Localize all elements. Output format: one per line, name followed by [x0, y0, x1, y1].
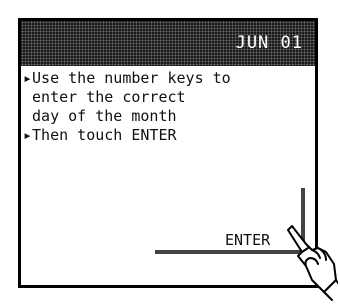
instructions-text: ▸Use the number keys to enter the correc… [23, 69, 231, 145]
date-display: JUN 01 [235, 33, 303, 53]
display-screen: JUN 01 ▸Use the number keys to enter the… [18, 18, 318, 288]
pointing-hand-icon [282, 222, 340, 307]
header-bar: JUN 01 [21, 21, 315, 66]
enter-button[interactable]: ENTER [225, 231, 270, 249]
instruction-line: ▸Use the number keys to [23, 69, 231, 87]
instruction-line: enter the correct [23, 88, 186, 106]
instruction-line: day of the month [23, 107, 177, 125]
instruction-line: ▸Then touch ENTER [23, 126, 177, 144]
